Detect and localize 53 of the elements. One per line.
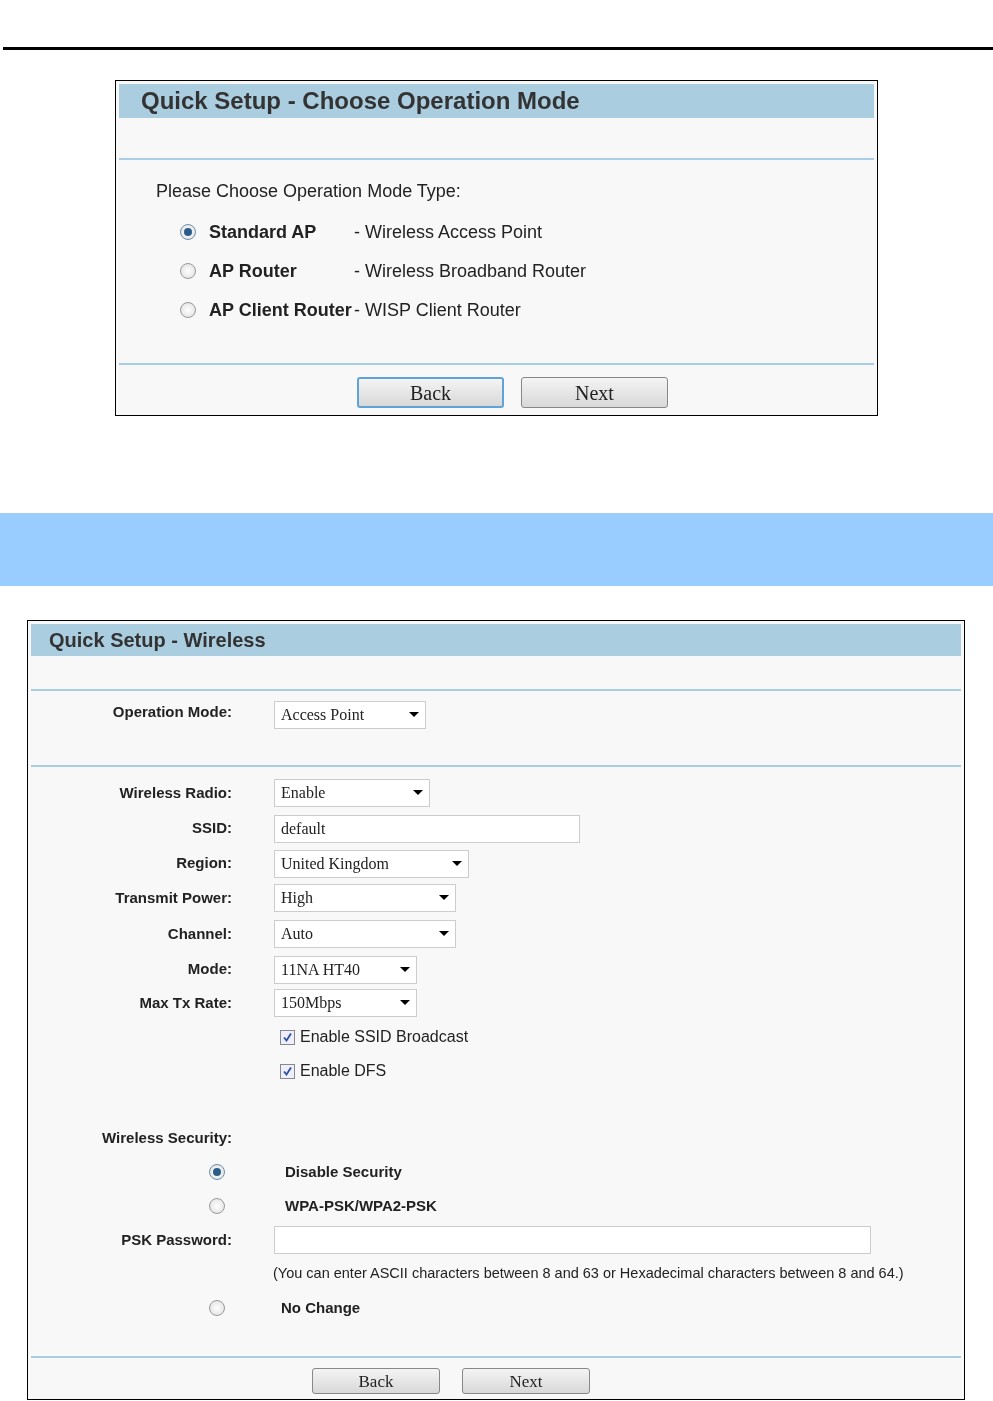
checkbox[interactable] (280, 1063, 295, 1079)
caret-icon (439, 895, 449, 901)
field-label: Max Tx Rate: (138, 992, 232, 1013)
password-field[interactable] (274, 1226, 871, 1254)
select-field[interactable]: High (274, 884, 456, 912)
select-field[interactable]: Enable (274, 779, 430, 807)
back-button[interactable]: Back (312, 1368, 440, 1394)
radio-button[interactable] (209, 1164, 225, 1180)
text-field[interactable]: default (274, 814, 580, 843)
caret-icon (413, 790, 423, 796)
select-field[interactable]: 150Mbps (274, 989, 417, 1017)
next-button[interactable]: Next (462, 1368, 590, 1394)
panel-title: Quick Setup - Choose Operation Mode (119, 84, 874, 118)
checkbox[interactable] (280, 1029, 295, 1045)
back-button[interactable]: Back (357, 377, 504, 408)
field-label: Wireless Radio: (118, 782, 232, 803)
field-label: Channel: (166, 923, 232, 944)
caret-icon (409, 712, 419, 718)
select-field[interactable]: United Kingdom (274, 849, 469, 878)
mode-description: - WISP Client Router (354, 298, 521, 322)
field-label: PSK Password: (120, 1229, 232, 1250)
radio-button[interactable] (180, 263, 196, 279)
field-label: SSID: (191, 818, 232, 839)
option-label: Disable Security (285, 1161, 402, 1182)
caret-icon (400, 1000, 410, 1006)
mode-name[interactable]: AP Router (209, 257, 354, 285)
mode-name[interactable]: Standard AP (209, 218, 354, 246)
radio-button[interactable] (180, 224, 196, 240)
caret-icon (439, 931, 449, 937)
checkbox-label: Enable SSID Broadcast (300, 1027, 469, 1047)
field-label: Operation Mode: (111, 702, 232, 722)
section-label: Wireless Security: (101, 1127, 232, 1148)
hint-text: (You can enter ASCII characters between 8 and 63 or Hexadecimal characters between 8 and 64.) (273, 1264, 904, 1284)
select-field[interactable]: Access Point (274, 701, 426, 729)
option-label: No Change (281, 1297, 361, 1318)
caret-icon (452, 860, 462, 867)
caret-icon (400, 966, 410, 973)
field-label: Region: (175, 853, 232, 874)
panel-title: Quick Setup - Wireless (31, 624, 961, 656)
mode-name[interactable]: AP Client Router (209, 296, 354, 324)
radio-button[interactable] (180, 302, 196, 318)
radio-button[interactable] (209, 1198, 225, 1214)
option-label: WPA-PSK/WPA2-PSK (285, 1195, 437, 1216)
field-label: Mode: (186, 959, 232, 980)
field-label: Transmit Power: (114, 887, 232, 908)
prompt-text: Please Choose Operation Mode Type: (156, 180, 462, 203)
mode-description: - Wireless Access Point (354, 220, 543, 244)
select-field[interactable]: Auto (274, 920, 456, 948)
checkbox-label: Enable DFS (300, 1061, 387, 1081)
mode-description: - Wireless Broadband Router (354, 259, 587, 283)
radio-button[interactable] (209, 1300, 225, 1316)
next-button[interactable]: Next (521, 377, 668, 408)
select-field[interactable]: 11NA HT40 (274, 955, 417, 984)
